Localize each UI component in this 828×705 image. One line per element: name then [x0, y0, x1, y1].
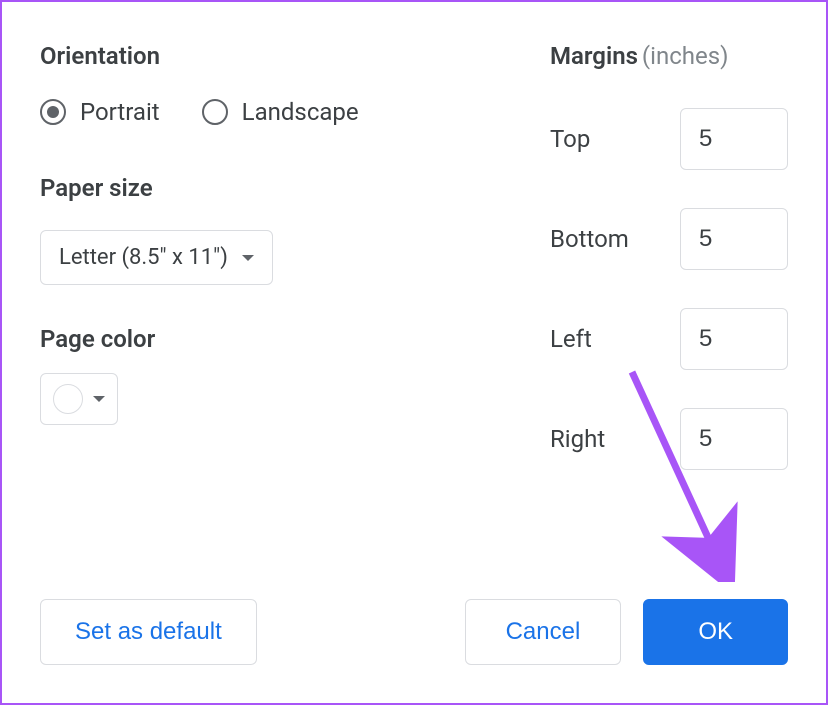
margin-top-input[interactable]	[680, 108, 788, 170]
orientation-radio-group: Portrait Landscape	[40, 98, 510, 126]
paper-size-label: Paper size	[40, 174, 510, 202]
orientation-landscape-radio[interactable]: Landscape	[202, 98, 359, 126]
cancel-button[interactable]: Cancel	[465, 599, 622, 665]
margin-top-row: Top	[550, 108, 788, 170]
margin-right-input[interactable]	[680, 408, 788, 470]
margins-label: Margins	[550, 42, 638, 70]
left-column: Orientation Portrait Landscape Paper siz…	[40, 42, 510, 470]
paper-size-dropdown[interactable]: Letter (8.5" x 11")	[40, 230, 273, 285]
margin-bottom-input[interactable]	[680, 208, 788, 270]
margins-unit: (inches)	[642, 42, 729, 70]
margins-heading: Margins (inches)	[550, 42, 788, 70]
color-swatch-icon	[53, 384, 83, 414]
radio-unselected-icon	[202, 99, 228, 125]
ok-button[interactable]: OK	[643, 599, 788, 665]
page-setup-dialog: Orientation Portrait Landscape Paper siz…	[0, 0, 828, 705]
radio-selected-icon	[40, 99, 66, 125]
paper-size-value: Letter (8.5" x 11")	[59, 245, 228, 270]
page-color-dropdown[interactable]	[40, 373, 118, 425]
orientation-label: Orientation	[40, 42, 510, 70]
radio-label: Portrait	[80, 98, 160, 126]
margin-left-label: Left	[550, 325, 592, 353]
margin-right-row: Right	[550, 408, 788, 470]
page-color-label: Page color	[40, 325, 510, 353]
chevron-down-icon	[93, 396, 105, 402]
radio-label: Landscape	[242, 98, 359, 126]
margin-bottom-label: Bottom	[550, 225, 629, 253]
set-default-button[interactable]: Set as default	[40, 599, 257, 665]
margin-left-row: Left	[550, 308, 788, 370]
orientation-portrait-radio[interactable]: Portrait	[40, 98, 160, 126]
chevron-down-icon	[242, 255, 254, 261]
margin-right-label: Right	[550, 425, 605, 453]
dialog-button-row: Set as default Cancel OK	[40, 599, 788, 665]
right-column: Margins (inches) Top Bottom Left Right	[550, 42, 788, 470]
margin-top-label: Top	[550, 125, 590, 153]
margin-left-input[interactable]	[680, 308, 788, 370]
margin-bottom-row: Bottom	[550, 208, 788, 270]
